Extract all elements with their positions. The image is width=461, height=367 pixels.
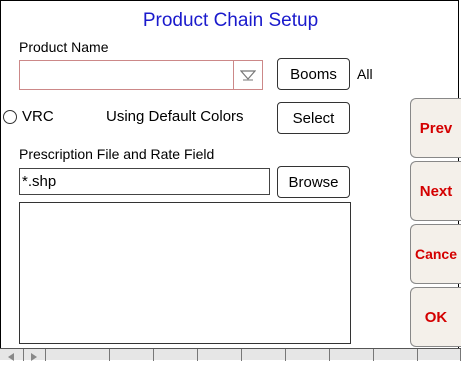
chevron-down-icon [240,70,256,81]
arrow-right-icon[interactable] [24,349,46,361]
vrc-label: VRC [22,108,54,125]
bottom-toolbar [0,348,461,361]
toolbar-slot[interactable] [46,349,110,361]
browse-button[interactable]: Browse [277,166,350,198]
color-status-text: Using Default Colors [106,108,244,125]
select-button[interactable]: Select [277,102,350,134]
toolbar-slot[interactable] [110,349,154,361]
prescription-file-input[interactable]: *.shp [19,168,270,195]
toolbar-slot[interactable] [418,349,461,361]
next-button[interactable]: Next [410,161,461,221]
booms-button[interactable]: Booms [277,58,350,90]
toolbar-slot[interactable] [242,349,286,361]
file-list[interactable] [19,202,351,344]
cancel-button[interactable]: Cance [410,224,461,284]
dialog-title: Product Chain Setup [142,10,319,31]
dropdown-arrow[interactable] [233,61,262,89]
product-name-dropdown[interactable] [19,60,263,90]
prescription-label: Prescription File and Rate Field [19,146,215,162]
toolbar-slot[interactable] [286,349,330,361]
booms-value: All [357,66,373,82]
product-name-label: Product Name [19,39,109,55]
vrc-radio[interactable] [3,110,17,124]
toolbar-slot[interactable] [154,349,198,361]
toolbar-slot[interactable] [374,349,418,361]
arrow-left-icon[interactable] [0,349,24,361]
prev-button[interactable]: Prev [410,98,461,158]
ok-button[interactable]: OK [410,287,461,347]
toolbar-slot[interactable] [330,349,374,361]
toolbar-slot[interactable] [198,349,242,361]
